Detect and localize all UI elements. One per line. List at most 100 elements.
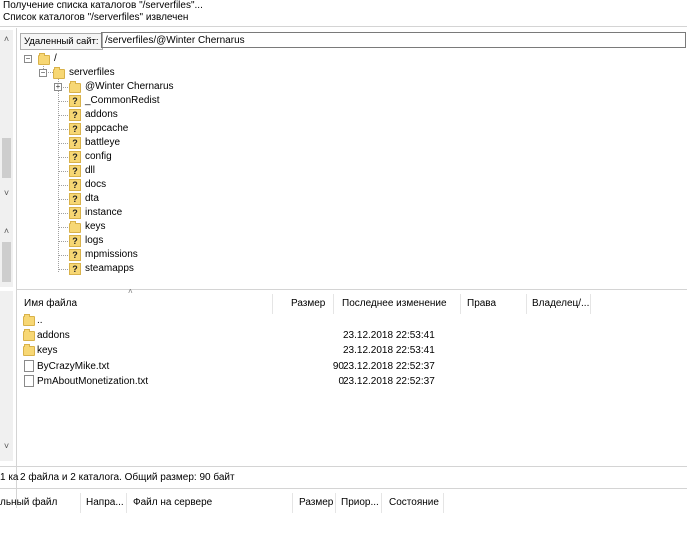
tree-node[interactable]: ? logs [20, 234, 280, 248]
sort-ascending-icon: ˄ [128, 287, 133, 296]
remote-site-label: Удаленный сайт: [20, 33, 103, 50]
log-separator [0, 26, 687, 27]
tree-list-splitter[interactable] [17, 289, 687, 290]
log-line: Список каталогов "/serverfiles" извлечен [3, 12, 189, 23]
column-header-permissions[interactable]: Права [467, 297, 496, 311]
remote-status-text: 2 файла и 2 каталога. Общий размер: 90 б… [20, 472, 235, 483]
local-status-text: 1 ка [0, 472, 19, 483]
tree-node-label: keys [85, 221, 106, 232]
column-header-modified[interactable]: Последнее изменение [342, 297, 447, 311]
tree-node-serverfiles[interactable]: − serverfiles [20, 66, 220, 80]
file-name: keys [37, 345, 58, 356]
tree-node-label: logs [85, 235, 104, 246]
expand-icon[interactable]: + [54, 83, 62, 91]
tree-node[interactable]: ? steamapps [20, 262, 280, 276]
queue-header-local-file[interactable]: льный файл [0, 496, 57, 510]
tree-node[interactable]: ? instance [20, 206, 280, 220]
column-header-owner[interactable]: Владелец/... [532, 297, 589, 311]
unknown-folder-icon: ? [69, 151, 81, 163]
scroll-down-icon[interactable]: ˅ [0, 188, 13, 198]
tree-node[interactable]: ? addons [20, 108, 280, 122]
unknown-folder-icon: ? [69, 193, 81, 205]
unknown-folder-icon: ? [69, 263, 81, 275]
file-modified: 23.12.2018 22:52:37 [343, 376, 435, 387]
queue-header-state[interactable]: Состояние [389, 496, 439, 510]
file-name: PmAboutMonetization.txt [37, 376, 149, 387]
queue-header-direction[interactable]: Напра... [86, 496, 124, 510]
file-name: ByCrazyMike.txt [37, 361, 110, 372]
unknown-folder-icon: ? [69, 95, 81, 107]
tree-node[interactable]: ? battleye [20, 136, 280, 150]
column-divider [80, 493, 81, 513]
column-divider [272, 294, 273, 314]
column-divider [292, 493, 293, 513]
queue-header-size[interactable]: Размер [299, 496, 333, 510]
unknown-folder-icon: ? [69, 235, 81, 247]
tree-node[interactable]: ? dll [20, 164, 280, 178]
column-header-name[interactable]: Имя файла [24, 297, 77, 311]
tree-node-label: @Winter Chernarus [85, 81, 174, 92]
tree-node[interactable]: ? _CommonRedist [20, 94, 280, 108]
unknown-folder-icon: ? [69, 207, 81, 219]
tree-node[interactable]: keys [20, 220, 280, 234]
tree-node-label: _CommonRedist [85, 95, 160, 106]
tree-node-root[interactable]: − / [20, 52, 220, 66]
column-header-size[interactable]: Размер [291, 297, 325, 311]
remote-directory-tree[interactable]: − / − serverfiles + @Winter Chernarus ? … [20, 50, 687, 286]
column-divider [460, 294, 461, 314]
unknown-folder-icon: ? [69, 137, 81, 149]
tree-node[interactable]: ? dta [20, 192, 280, 206]
file-modified: 23.12.2018 22:53:41 [343, 345, 435, 356]
tree-node-label: steamapps [85, 263, 134, 274]
tree-node[interactable]: ? config [20, 150, 280, 164]
tree-node[interactable]: ? appcache [20, 122, 280, 136]
tree-node-label: instance [85, 207, 123, 218]
column-divider [335, 493, 336, 513]
unknown-folder-icon: ? [69, 123, 81, 135]
folder-icon [69, 81, 81, 93]
collapse-icon[interactable]: − [39, 69, 47, 77]
file-size: 0 [338, 376, 344, 387]
tree-node-winter-chernarus[interactable]: + @Winter Chernarus [20, 80, 280, 94]
file-row[interactable]: ByCrazyMike.txt 90 23.12.2018 22:52:37 [20, 359, 580, 374]
unknown-folder-icon: ? [69, 165, 81, 177]
tree-node-label: battleye [85, 137, 121, 148]
folder-icon [23, 344, 35, 356]
queue-header-priority[interactable]: Приор... [341, 496, 379, 510]
unknown-folder-icon: ? [69, 179, 81, 191]
column-divider [526, 294, 527, 314]
file-modified: 23.12.2018 22:52:37 [343, 361, 435, 372]
file-name: .. [37, 315, 43, 326]
scroll-up-icon[interactable]: ˄ [0, 226, 13, 236]
file-row-parent[interactable]: .. [20, 313, 580, 328]
status-separator [0, 466, 687, 467]
folder-icon [23, 314, 35, 326]
column-divider [381, 493, 382, 513]
collapse-icon[interactable]: − [24, 55, 32, 63]
queue-header-remote-file[interactable]: Файл на сервере [133, 496, 212, 510]
tree-node-label: serverfiles [69, 67, 115, 78]
tree-node-label: addons [85, 109, 118, 120]
scroll-down-icon[interactable]: ˅ [0, 441, 13, 451]
tree-node[interactable]: ? mpmissions [20, 248, 280, 262]
scrollbar-thumb[interactable] [2, 138, 11, 178]
tree-node[interactable]: ? docs [20, 178, 280, 192]
pane-splitter[interactable] [16, 28, 17, 508]
tree-node-label: docs [85, 179, 107, 190]
local-tree-scrollbar[interactable]: ˄ ˅ ˄ [0, 30, 13, 287]
column-divider [126, 493, 127, 513]
file-row[interactable]: keys 23.12.2018 22:53:41 [20, 343, 580, 358]
local-list-scrollbar[interactable]: ˅ [0, 291, 13, 461]
text-file-icon [24, 360, 34, 372]
queue-separator[interactable] [0, 488, 687, 489]
scroll-up-icon[interactable]: ˄ [0, 34, 13, 44]
column-divider [333, 294, 334, 314]
remote-path-input[interactable]: /serverfiles/@Winter Chernarus [101, 32, 686, 48]
tree-node-label: / [54, 53, 57, 64]
file-name: addons [37, 330, 70, 341]
file-row[interactable]: addons 23.12.2018 22:53:41 [20, 328, 580, 343]
log-line: Получение списка каталогов "/serverfiles… [3, 0, 203, 11]
column-divider [443, 493, 444, 513]
scrollbar-thumb[interactable] [2, 242, 11, 282]
file-row[interactable]: PmAboutMonetization.txt 0 23.12.2018 22:… [20, 374, 580, 389]
